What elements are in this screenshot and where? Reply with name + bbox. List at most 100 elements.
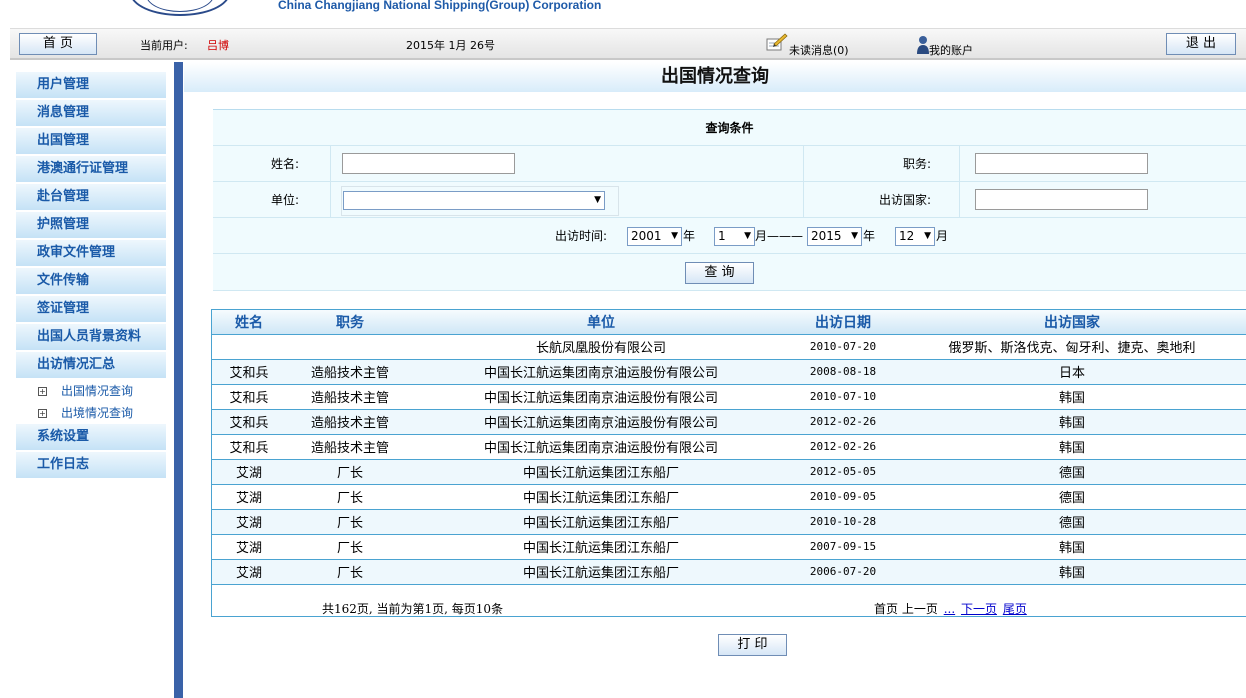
cell-position: 厂长 — [286, 459, 414, 485]
sidebar-item-system-settings[interactable]: 系统设置 — [16, 424, 166, 450]
name-input[interactable] — [342, 153, 515, 174]
range-separator: 月——— — [755, 229, 804, 243]
chevron-down-icon: ▼ — [924, 231, 931, 241]
cell-visit-date: 2010-07-20 — [788, 334, 898, 360]
unit-label: 单位: — [271, 193, 300, 207]
unread-messages-link[interactable]: 未读消息(0) — [789, 42, 849, 58]
position-input[interactable] — [975, 153, 1148, 174]
sidebar-item-message-management[interactable]: 消息管理 — [16, 100, 166, 126]
sidebar-item-hk-macau-permit[interactable]: 港澳通行证管理 — [16, 156, 166, 182]
column-header-position[interactable]: 职务 — [286, 310, 414, 335]
month-suffix: 月 — [936, 229, 949, 243]
table-row: 艾和兵 造船技术主管 中国长江航运集团南京油运股份有限公司 2010-07-10… — [212, 384, 1246, 410]
top-toolbar: 首 页 当前用户: 吕博 2015年 1月 26号 未读消息(0) 我的账户 退… — [10, 28, 1246, 60]
company-logo — [130, 0, 230, 16]
results-panel: 姓名 职务 单位 出访日期 出访国家 长航凤凰股份有限公司 2010-07-20… — [211, 309, 1246, 617]
cell-unit: 中国长江航运集团江东船厂 — [414, 534, 788, 560]
column-header-visit-date[interactable]: 出访日期 — [788, 310, 898, 335]
cell-name — [212, 334, 286, 360]
sidebar-item-taiwan-management[interactable]: 赴台管理 — [16, 184, 166, 210]
cell-name: 艾湖 — [212, 559, 286, 585]
cell-position: 厂长 — [286, 509, 414, 535]
to-month-select[interactable]: 12 ▼ — [895, 227, 935, 246]
page-title-bar: 出国情况查询 — [184, 62, 1246, 92]
current-user-name: 吕博 — [207, 39, 229, 52]
next-page-link[interactable]: 下一页 — [961, 602, 997, 616]
cell-visit-date: 2012-05-05 — [788, 459, 898, 485]
table-header-row: 姓名 职务 单位 出访日期 出访国家 — [212, 310, 1246, 335]
sidebar-item-work-log[interactable]: 工作日志 — [16, 452, 166, 478]
page-title: 出国情况查询 — [661, 66, 769, 87]
more-pages-link[interactable]: ... — [944, 602, 955, 616]
sidebar-item-visit-summary[interactable]: 出访情况汇总 — [16, 352, 166, 378]
year-suffix: 年 — [863, 229, 876, 243]
sidebar-subitem-exit-query[interactable]: + 出境情况查询 — [16, 402, 166, 424]
table-row: 艾湖 厂长 中国长江航运集团江东船厂 2006-07-20 韩国 — [212, 559, 1246, 585]
sidebar-item-file-transfer[interactable]: 文件传输 — [16, 268, 166, 294]
to-year-select[interactable]: 2015 ▼ — [807, 227, 862, 246]
cell-visit-country: 俄罗斯、斯洛伐克、匈牙利、捷克、奥地利 — [898, 334, 1246, 360]
sidebar-divider — [174, 62, 183, 698]
cell-visit-country: 韩国 — [898, 434, 1246, 460]
cell-visit-date: 2008-08-18 — [788, 359, 898, 385]
table-row: 艾湖 厂长 中国长江航运集团江东船厂 2007-09-15 韩国 — [212, 534, 1246, 560]
cell-unit: 中国长江航运集团南京油运股份有限公司 — [414, 384, 788, 410]
country-label: 出访国家: — [879, 193, 932, 207]
cell-visit-date: 2010-07-10 — [788, 384, 898, 410]
unit-select-wrapper: ▼ — [341, 186, 619, 216]
chevron-down-icon: ▼ — [744, 231, 751, 241]
cell-position: 厂长 — [286, 484, 414, 510]
query-form: 查询条件 姓名: 职务: 单位: ▼ 出访国家: 出访时间: 2001 ▼ 年 — [213, 109, 1246, 291]
chevron-down-icon: ▼ — [671, 231, 678, 241]
column-separator — [803, 146, 804, 181]
pagination-summary: 共162页, 当前为第1页, 每页10条 — [322, 602, 504, 616]
column-header-unit[interactable]: 单位 — [414, 310, 788, 335]
table-row: 艾和兵 造船技术主管 中国长江航运集团南京油运股份有限公司 2008-08-18… — [212, 359, 1246, 385]
column-separator — [330, 146, 331, 181]
pencil-message-icon[interactable] — [766, 33, 788, 51]
user-account-icon[interactable] — [916, 35, 930, 55]
sidebar-item-visa-management[interactable]: 签证管理 — [16, 296, 166, 322]
column-separator — [959, 146, 960, 181]
unit-select[interactable]: ▼ — [343, 191, 605, 210]
cell-unit: 中国长江航运集团江东船厂 — [414, 509, 788, 535]
last-page-link[interactable]: 尾页 — [1003, 602, 1027, 616]
sidebar-item-passport-management[interactable]: 护照管理 — [16, 212, 166, 238]
chevron-down-icon: ▼ — [594, 195, 601, 205]
from-year-value: 2001 — [631, 229, 662, 243]
cell-unit: 中国长江航运集团南京油运股份有限公司 — [414, 434, 788, 460]
company-english-name: China Changjiang National Shipping(Group… — [278, 0, 602, 12]
column-separator — [803, 182, 804, 217]
sidebar-item-personnel-background[interactable]: 出国人员背景资料 — [16, 324, 166, 350]
from-month-select[interactable]: 1 ▼ — [714, 227, 755, 246]
query-row-actions: 查 询 — [213, 254, 1246, 291]
query-button[interactable]: 查 询 — [685, 262, 754, 284]
column-header-visit-country[interactable]: 出访国家 — [898, 310, 1246, 335]
cell-visit-country: 韩国 — [898, 534, 1246, 560]
cell-position — [286, 334, 414, 360]
cell-visit-country: 韩国 — [898, 384, 1246, 410]
cell-visit-country: 韩国 — [898, 409, 1246, 435]
column-header-name[interactable]: 姓名 — [212, 310, 286, 335]
my-account-link[interactable]: 我的账户 — [929, 42, 973, 58]
sidebar-subitem-outbound-query[interactable]: + 出国情况查询 — [16, 380, 166, 402]
print-button[interactable]: 打 印 — [718, 634, 787, 656]
cell-visit-date: 2010-09-05 — [788, 484, 898, 510]
sidebar-nav: 用户管理 消息管理 出国管理 港澳通行证管理 赴台管理 护照管理 政审文件管理 … — [16, 72, 166, 480]
cell-name: 艾和兵 — [212, 359, 286, 385]
cell-visit-country: 德国 — [898, 459, 1246, 485]
expand-icon: + — [38, 387, 47, 396]
sidebar-item-political-review-docs[interactable]: 政审文件管理 — [16, 240, 166, 266]
prev-page-label: 上一页 — [901, 602, 938, 616]
sidebar-item-user-management[interactable]: 用户管理 — [16, 72, 166, 98]
from-year-select[interactable]: 2001 ▼ — [627, 227, 682, 246]
country-input[interactable] — [975, 189, 1148, 210]
cell-position: 造船技术主管 — [286, 359, 414, 385]
home-button[interactable]: 首 页 — [19, 33, 97, 55]
logout-button[interactable]: 退 出 — [1166, 33, 1236, 55]
sidebar-item-outbound-management[interactable]: 出国管理 — [16, 128, 166, 154]
cell-visit-date: 2012-02-26 — [788, 409, 898, 435]
visit-time-label: 出访时间: — [555, 229, 608, 243]
from-month-value: 1 — [718, 229, 726, 243]
query-row-unit-country: 单位: ▼ 出访国家: — [213, 182, 1246, 218]
